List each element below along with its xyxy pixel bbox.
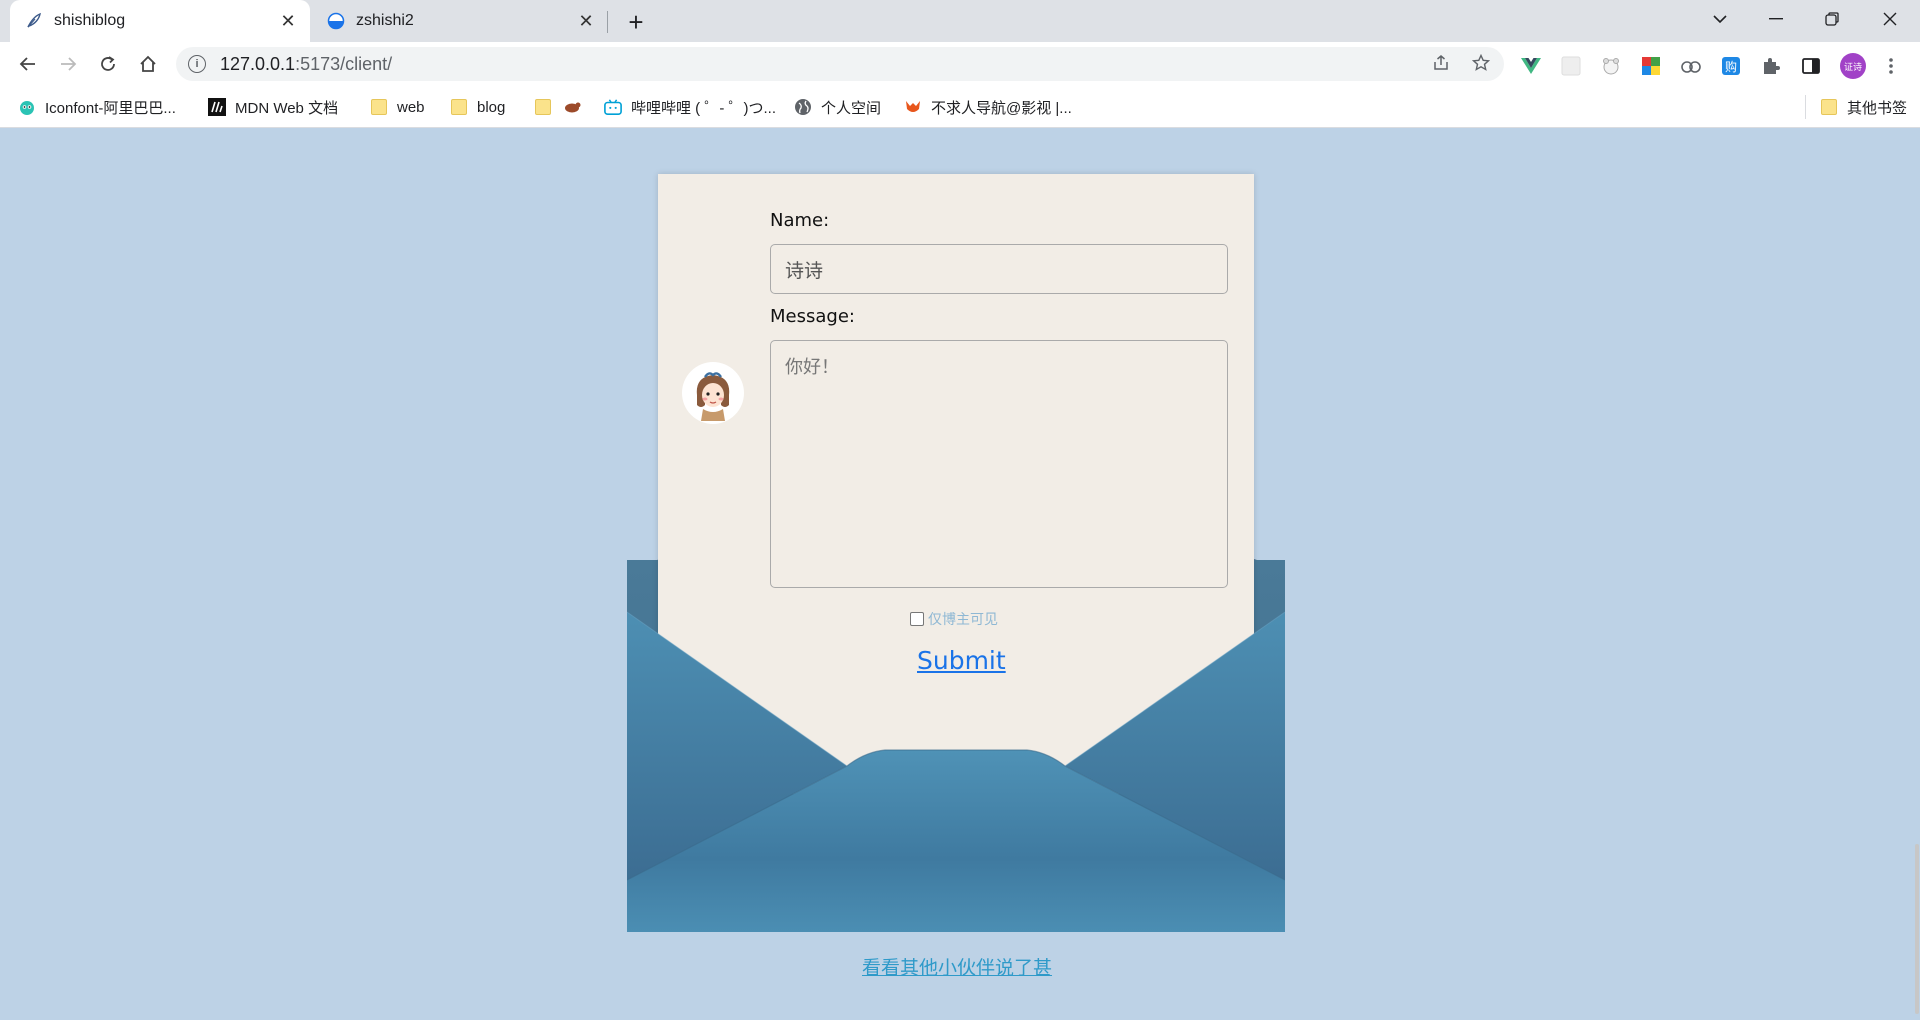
share-icon (1434, 55, 1448, 70)
bookmark-label: Iconfont-阿里巴巴... (45, 99, 176, 117)
bookmark-label: blog (477, 98, 506, 116)
feather-icon (24, 11, 44, 31)
star-icon (1472, 54, 1490, 71)
address-bar[interactable]: i 127.0.0.1:5173/client/ (176, 47, 1504, 81)
reload-button[interactable] (94, 50, 122, 78)
bilibili-icon (604, 98, 622, 116)
bookmark-label: 个人空间 (821, 99, 882, 117)
name-label: Name: (770, 210, 830, 231)
bookmark-buqiuren[interactable]: 不求人导航@影视 |... (904, 95, 1072, 119)
bear-extension-icon[interactable] (1600, 55, 1622, 77)
folder-icon (534, 98, 552, 116)
bookmark-personal-space[interactable]: 个人空间 (794, 95, 881, 119)
browser-menu-button[interactable] (1884, 52, 1898, 80)
bookmarks-bar: Iconfont-阿里巴巴... MDN Web 文档 web blog 哔哩哔… (0, 86, 1920, 128)
blank-extension-icon[interactable] (1560, 55, 1582, 77)
vue-devtools-icon[interactable] (1520, 55, 1542, 77)
bookmark-iconfont[interactable]: Iconfont-阿里巴巴... (18, 95, 176, 119)
back-button[interactable] (14, 50, 42, 78)
profile-avatar[interactable]: 证诗 (1840, 53, 1866, 79)
tab-shishiblog[interactable]: shishiblog ✕ (10, 0, 310, 42)
mdn-icon (208, 98, 226, 116)
message-label: Message: (770, 306, 855, 327)
forward-button[interactable] (54, 50, 82, 78)
tab-strip: shishiblog ✕ zshishi2 ✕ + (0, 0, 1920, 42)
folder-icon (1820, 98, 1838, 116)
puzzle-icon[interactable] (1760, 55, 1782, 77)
restore-icon (1825, 12, 1839, 26)
bookmark-star-button[interactable] (1468, 50, 1494, 76)
home-button[interactable] (134, 50, 162, 78)
share-button[interactable] (1428, 50, 1454, 76)
iconfont-icon (18, 98, 36, 116)
arrow-left-icon (19, 57, 35, 71)
folder-icon (370, 98, 388, 116)
bookmark-label: 不求人导航@影视 |... (931, 99, 1072, 117)
browser-toolbar: i 127.0.0.1:5173/client/ (0, 42, 1920, 86)
bookmark-mdn[interactable]: MDN Web 文档 (208, 95, 338, 119)
close-icon (1883, 12, 1897, 26)
new-tab-button[interactable]: + (622, 7, 650, 37)
bookmarks-separator (1805, 95, 1806, 119)
page-scrollbar[interactable] (1912, 128, 1920, 1020)
translate-extension-icon[interactable]: 购 (1720, 55, 1742, 77)
bookmark-cow[interactable] (563, 95, 590, 119)
svg-text:购: 购 (1725, 59, 1737, 74)
envelope-front (627, 611, 1285, 932)
minimize-button[interactable] (1748, 0, 1804, 38)
reload-icon (101, 56, 115, 71)
arrow-right-icon (61, 57, 77, 71)
globe-icon (794, 98, 812, 116)
url-path: :5173/client/ (295, 53, 393, 74)
bookmark-folder-blog[interactable]: blog (450, 95, 505, 119)
bookmark-label: 其他书签 (1847, 99, 1908, 117)
colorful-grid-icon[interactable] (1640, 55, 1662, 77)
bookmark-label: web (397, 98, 425, 116)
other-bookmarks[interactable]: 其他书签 (1820, 95, 1907, 119)
message-textarea[interactable]: 你好！ (770, 340, 1228, 588)
tab-search-button[interactable] (1692, 0, 1748, 38)
bookmark-folder-unnamed[interactable] (534, 95, 561, 119)
home-icon (140, 55, 156, 72)
url-host: 127.0.0.1 (220, 53, 296, 74)
minimize-icon (1769, 18, 1783, 20)
tab-title: shishiblog (54, 12, 126, 29)
close-icon[interactable]: ✕ (276, 9, 300, 33)
avatar (682, 362, 744, 424)
girl-avatar-icon (685, 365, 741, 421)
fox-icon (904, 98, 922, 116)
scrollbar-thumb[interactable] (1915, 844, 1919, 1014)
bookmark-label: MDN Web 文档 (235, 99, 339, 117)
more-vertical-icon (1889, 58, 1893, 74)
chevron-down-icon (1713, 15, 1727, 24)
bookmark-bilibili[interactable]: 哔哩哔哩 ( ゜- ゜)つ... (604, 95, 776, 119)
half-circle-icon (326, 11, 346, 31)
cow-icon (563, 98, 581, 116)
view-others-link[interactable]: 看看其他小伙伴说了甚 (862, 953, 1052, 980)
name-input[interactable]: 诗诗 (770, 244, 1228, 294)
tab-zshishi2[interactable]: zshishi2 ✕ (312, 0, 608, 42)
restore-button[interactable] (1804, 0, 1860, 38)
url-text[interactable]: 127.0.0.1:5173/client/ (220, 54, 392, 75)
close-icon[interactable]: ✕ (574, 9, 598, 33)
folder-icon (450, 98, 468, 116)
bookmark-folder-web[interactable]: web (370, 95, 425, 119)
side-panel-icon[interactable] (1800, 55, 1822, 77)
site-info-icon[interactable]: i (188, 55, 206, 73)
window-close-button[interactable] (1862, 0, 1918, 38)
bookmark-label: 哔哩哔哩 ( ゜- ゜)つ... (631, 99, 776, 117)
tab-title: zshishi2 (356, 12, 414, 29)
link-extension-icon[interactable] (1680, 55, 1702, 77)
tab-separator (607, 11, 608, 33)
